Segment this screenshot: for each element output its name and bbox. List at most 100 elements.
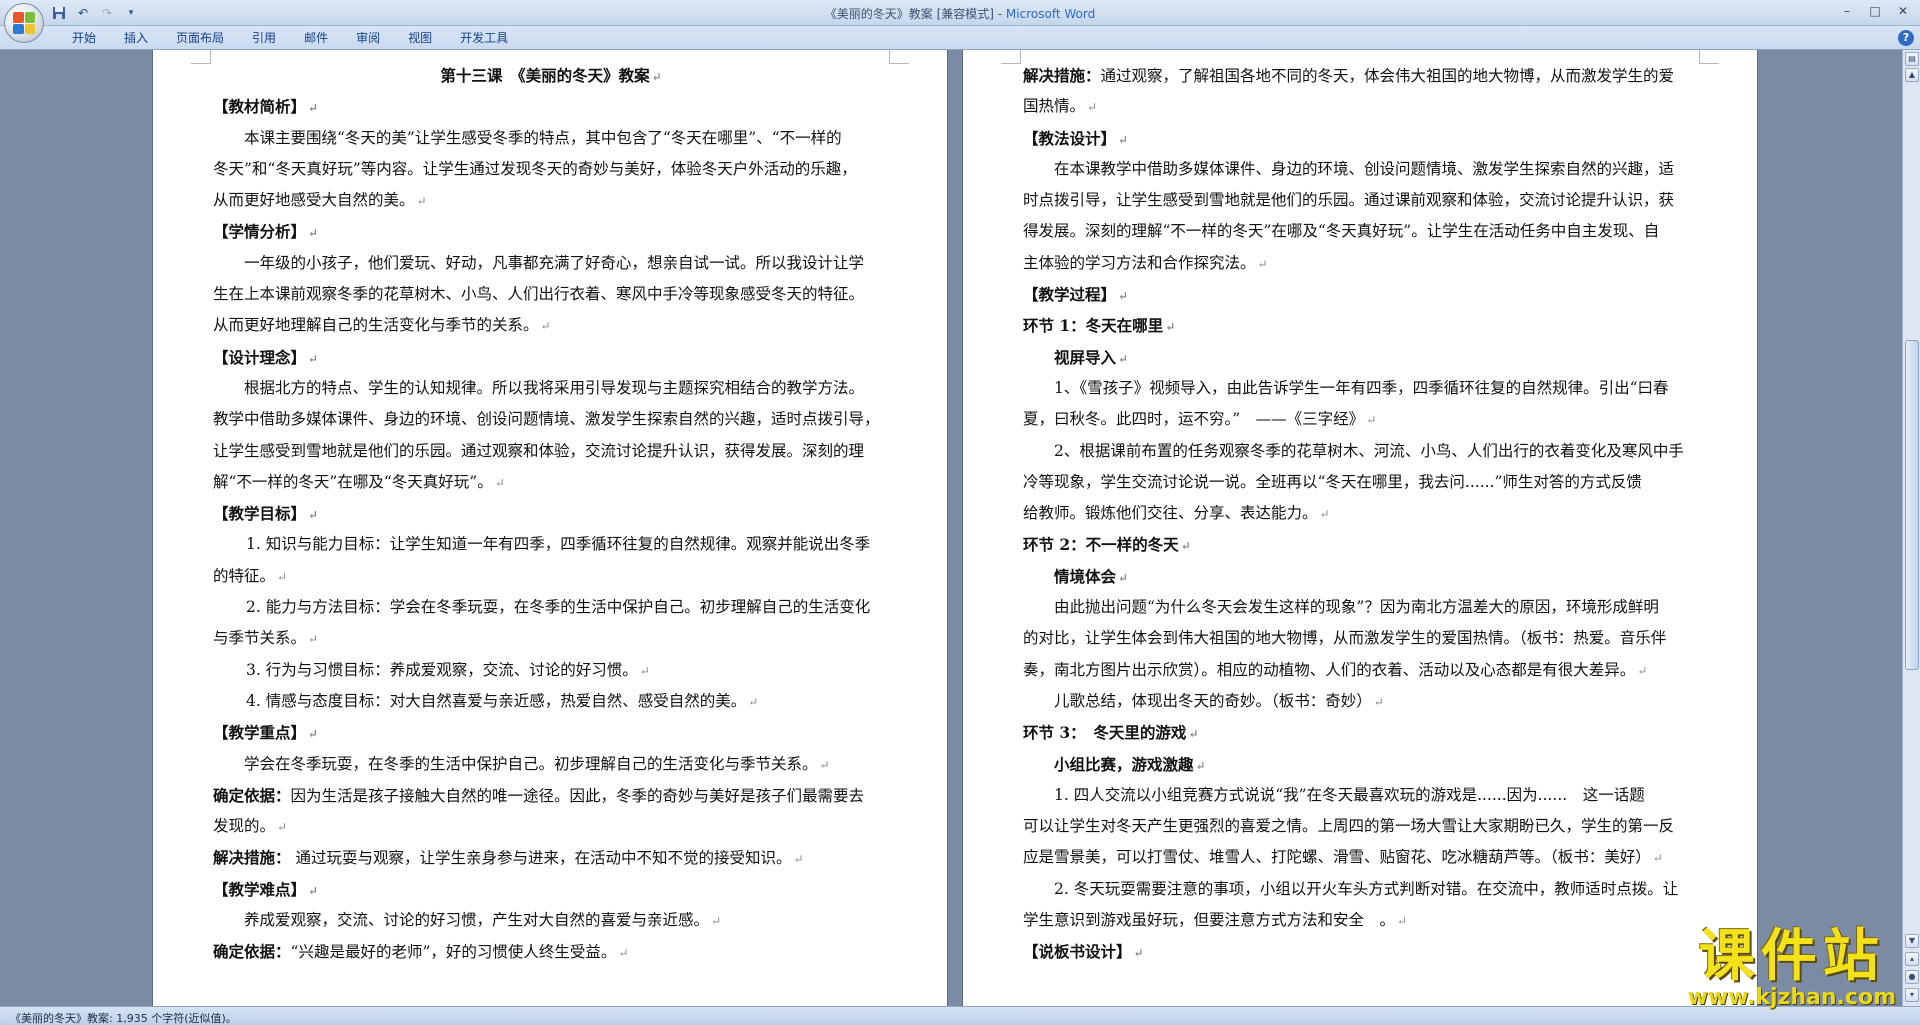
tab-mailings[interactable]: 邮件 [290,30,342,47]
step-heading: 环节 3： 冬天里的游戏 ↵ [1023,723,1199,743]
paragraph-line: 给教师。锻炼他们交往、分享、表达能力。 ↵ [1023,504,1330,523]
paragraph-line: 时点拨引导，让学生感受到雪地就是他们的乐园。通过课前观察和体验，交流讨论提升认识… [1023,191,1675,210]
paragraph-line: 奏，南北方图片出示欣赏）。相应的动植物、人们的衣着、活动以及心态都是有很大差异。… [1023,660,1648,679]
paragraph-line: 解决措施：通过观察，了解祖国各地不同的冬天，体会伟大祖国的地大物博，从而激发学生… [1023,66,1675,85]
section-heading: 【教学重点】 ↵ [213,723,319,743]
paragraph-line: 一年级的小孩子，他们爱玩、好动，凡事都充满了好奇心，想亲自试一试。所以我设计让学 [244,253,865,272]
document-page-1[interactable]: 第十三课 《美丽的冬天》教案 ↵ 【教材简析】 ↵ 本课主要围绕“冬天的美”让学生感… [152,50,948,1006]
tab-insert[interactable]: 插入 [110,30,162,47]
paragraph-line: 由此抛出问题“为什么冬天会发生这样的现象”？因为南北方温差大的原因，环境形成鲜明 [1054,598,1659,617]
paragraph-line: 养成爱观察，交流、讨论的好习惯，产生对大自然的喜爱与亲近感。 ↵ [244,911,722,930]
paragraph-line: 的对比，让学生体会到伟大祖国的地大物博，从而激发学生的爱国热情。（板书：热爱。音… [1023,629,1667,648]
maximize-button[interactable]: □ [1862,2,1888,20]
sub-heading: 情境体会 ↵ [1054,566,1129,586]
title-bar: ↶ ↷ ▾ 《美丽的冬天》教案 [兼容模式] - Microsoft Word … [0,0,1920,43]
section-heading: 【教学难点】 ↵ [213,879,319,899]
paragraph-line: 冬天”和“冬天真好玩”等内容。让学生通过发现冬天的奇妙与美好，体验冬天户外活动的… [213,159,857,178]
section-heading: 【学情分析】 ↵ [213,222,319,242]
paragraph-line: 3. 行为与习惯目标：养成爱观察，交流、讨论的好习惯。 ↵ [246,660,650,679]
paragraph-line: 本课主要围绕“冬天的美”让学生感受冬季的特点，其中包含了“冬天在哪里”、“不一样… [244,128,842,147]
app-name: Microsoft Word [1005,7,1096,21]
section-heading: 【教法设计】 ↵ [1023,128,1129,148]
sub-heading: 视屏导入 ↵ [1054,347,1129,367]
paragraph-line: 冷等现象，学生交流讨论说一说。全班再以“冬天在哪里，我去问......”师生对答… [1023,472,1642,491]
paragraph-line: 让学生感受到雪地就是他们的乐园。通过观察和体验，交流讨论提升认识，获得发展。深刻… [213,441,865,460]
section-heading: 【说板书设计】 ↵ [1023,942,1144,962]
section-heading: 【教材简析】 ↵ [213,97,319,117]
crop-mark [1001,50,1021,64]
paragraph-line: 解决措施： 通过玩耍与观察，让学生亲身参与进来，在活动中不知不觉的接受知识。 ↵ [213,848,804,868]
paragraph-line: 2. 冬天玩耍需要注意的事项，小组以开火车头方式判断对错。在交流中，教师适时点拨… [1054,879,1679,898]
next-page-icon[interactable]: ▾ [1905,988,1919,1002]
office-button[interactable] [4,3,44,43]
paragraph-line: 在本课教学中借助多媒体课件、身边的环境、创设问题情境、激发学生探索自然的兴趣，适 [1054,159,1675,178]
paragraph-line: 的特征。 ↵ [213,566,288,585]
watermark-logo-text: 课件站 [1698,924,1885,989]
paragraph-line: 根据北方的特点、学生的认知规律。所以我将采用引导发现与主题探究相结合的教学方法。 [244,378,865,397]
paragraph-line: 2. 能力与方法目标：学会在冬季玩耍，在冬季的生活中保护自己。初步理解自己的生活… [246,598,871,617]
minimize-button[interactable]: – [1834,2,1860,20]
paragraph-line: 可以让学生对冬天产生更强烈的喜爱之情。上周四的第一场大雪让大家期盼已久，学生的第… [1023,817,1675,836]
paragraph-line: 生在上本课前观察冬季的花草树木、小鸟、人们出行衣着、寒风中手冷等现象感受冬天的特… [213,285,865,304]
paragraph-line: 应是雪景美，可以打雪仗、堆雪人、打陀螺、滑雪、贴窗花、吃冰糖葫芦等。（板书：美好… [1023,848,1663,867]
scrollbar-thumb[interactable] [1905,340,1919,670]
page-1-text: 第十三课 《美丽的冬天》教案 ↵ 【教材简析】 ↵ 本课主要围绕“冬天的美”让学生感… [213,60,889,968]
document-area: 第十三课 《美丽的冬天》教案 ↵ 【教材简析】 ↵ 本课主要围绕“冬天的美”让学生感… [0,50,1902,1006]
document-title: 《美丽的冬天》教案 [兼容模式] - [824,7,1006,21]
step-heading: 环节 1：冬天在哪里 ↵ [1023,316,1176,336]
section-heading: 【教学过程】 ↵ [1023,285,1129,305]
ruler-toggle-icon[interactable]: ▤ [1905,52,1919,66]
select-browse-object-icon[interactable]: ● [1905,970,1919,984]
scroll-down-icon[interactable]: ▼ [1905,934,1919,948]
word-count-status[interactable]: 《美丽的冬天》教案: 1,935 个字符(近似值)。 [10,1010,237,1025]
help-icon[interactable]: ? [1898,30,1914,46]
crop-mark [1699,50,1719,64]
paragraph-line: 与季节关系。 ↵ [213,629,319,648]
paragraph-line: 教学中借助多媒体课件、身边的环境、创设问题情境、激发学生探索自然的兴趣，适时点拨… [213,410,880,429]
section-heading: 【教学目标】 ↵ [213,504,319,524]
paragraph-line: 发现的。 ↵ [213,817,288,836]
page-2-text: 解决措施：通过观察，了解祖国各地不同的冬天，体会伟大祖国的地大物博，从而激发学生… [1023,60,1699,968]
step-heading: 环节 2：不一样的冬天 ↵ [1023,535,1191,555]
paragraph-line: 从而更好地感受大自然的美。 ↵ [213,191,427,210]
tab-view[interactable]: 视图 [394,30,446,47]
paragraph-line: 解“不一样的冬天”在哪及“冬天真好玩”。 ↵ [213,472,505,491]
paragraph-line: 国热情。 ↵ [1023,97,1098,116]
paragraph-line: 儿歌总结，体现出冬天的奇妙。（板书：奇妙） ↵ [1054,691,1384,710]
sub-heading: 小组比赛，游戏激趣 ↵ [1054,754,1206,774]
document-page-2[interactable]: 解决措施：通过观察，了解祖国各地不同的冬天，体会伟大祖国的地大物博，从而激发学生… [962,50,1758,1006]
tab-developer[interactable]: 开发工具 [446,30,522,47]
paragraph-line: 得发展。深刻的理解“不一样的冬天”在哪及“冬天真好玩”。让学生在活动任务中自主发… [1023,222,1660,241]
section-heading: 【设计理念】 ↵ [213,347,319,367]
crop-mark [191,50,211,64]
paragraph-line: 2、根据课前布置的任务观察冬季的花草树木、河流、小鸟、人们出行的衣着变化及寒风中… [1054,441,1684,460]
tab-review[interactable]: 审阅 [342,30,394,47]
crop-mark [889,50,909,64]
paragraph-line: 夏，曰秋冬。此四时，运不穷。” ——《三字经》 ↵ [1023,410,1377,429]
paragraph-line: 主体验的学习方法和合作探究法。 ↵ [1023,253,1268,272]
ribbon-tabs: 开始 插入 页面布局 引用 邮件 审阅 视图 开发工具 ? [0,26,1920,50]
lesson-title: 第十三课 《美丽的冬天》教案 ↵ [440,66,662,85]
vertical-scrollbar[interactable]: ▤ ▲ ▼ ▴ ● ▾ [1902,50,1920,1006]
watermark-url: www.kjzhan.com [1687,985,1896,1010]
paragraph-line: 确定依据：“兴趣是最好的老师”，好的习惯使人终生受益。 ↵ [213,942,629,962]
office-logo-icon [13,12,35,34]
paragraph-line: 4. 情感与态度目标：对大自然喜爱与亲近感，热爱自然、感受自然的美。 ↵ [246,691,759,710]
paragraph-line: 确定依据：因为生活是孩子接触大自然的唯一途径。因此，冬季的奇妙与美好是孩子们最需… [213,785,865,805]
window-title: 《美丽的冬天》教案 [兼容模式] - Microsoft Word [0,5,1920,22]
scroll-up-icon[interactable]: ▲ [1905,68,1919,82]
paragraph-line: 从而更好地理解自己的生活变化与季节的关系。 ↵ [213,316,551,335]
paragraph-line: 学生意识到游戏虽好玩，但要注意方式方法和安全 。 ↵ [1023,911,1408,930]
status-bar: 《美丽的冬天》教案: 1,935 个字符(近似值)。 [0,1006,1920,1025]
tab-home[interactable]: 开始 [58,30,110,47]
paragraph-line: 1. 知识与能力目标：让学生知道一年有四季，四季循环往复的自然规律。观察并能说出… [246,535,871,554]
previous-page-icon[interactable]: ▴ [1905,952,1919,966]
site-watermark: 课件站 www.kjzhan.com [1687,928,1896,1010]
window-controls: – □ ✕ [1834,2,1916,20]
paragraph-line: 1. 四人交流以小组竞赛方式说说“我”在冬天最喜欢玩的游戏是......因为..… [1054,785,1645,804]
paragraph-line: 1、《雪孩子》视频导入，由此告诉学生一年有四季，四季循环往复的自然规律。引出“曰… [1054,378,1669,397]
tab-references[interactable]: 引用 [238,30,290,47]
tab-page-layout[interactable]: 页面布局 [162,30,238,47]
paragraph-line: 学会在冬季玩耍，在冬季的生活中保护自己。初步理解自己的生活变化与季节关系。 ↵ [244,754,830,773]
close-button[interactable]: ✕ [1890,2,1916,20]
